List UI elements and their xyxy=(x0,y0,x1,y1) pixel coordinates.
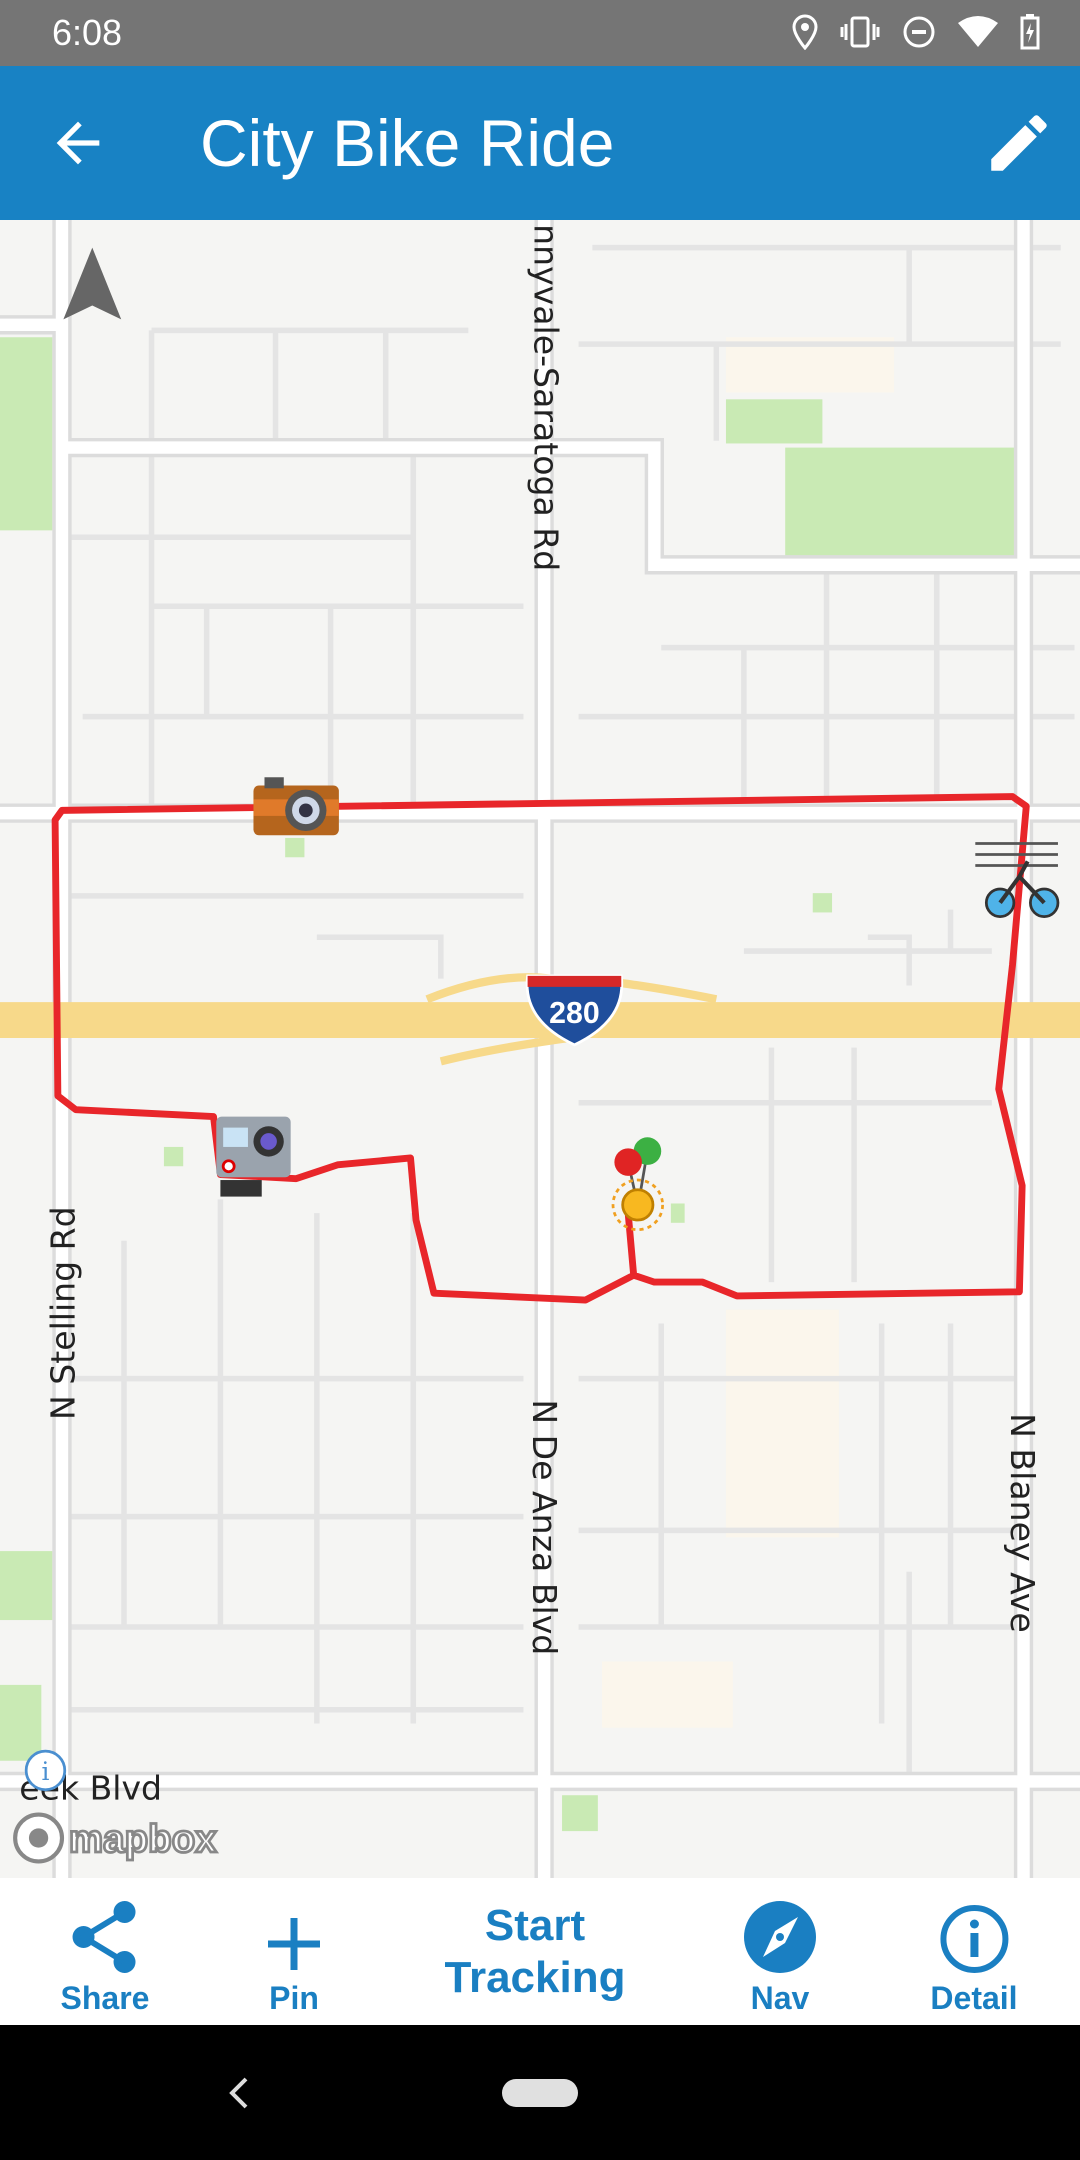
wifi-icon xyxy=(958,16,998,47)
compass-north-icon[interactable] xyxy=(63,247,122,320)
pin-label: Pin xyxy=(269,1980,319,2016)
camera-icon[interactable] xyxy=(253,777,339,836)
road-label-blaney: N Blaney Ave xyxy=(1003,1413,1042,1633)
road-label-stelling: N Stelling Rd xyxy=(43,1206,82,1420)
share-label: Share xyxy=(60,1980,150,2016)
road-label-saratoga: nnyvale-Saratoga Rd xyxy=(526,224,565,571)
page-title: City Bike Ride xyxy=(200,106,615,180)
pencil-icon[interactable] xyxy=(982,106,1056,180)
start-tracking-label-line2: Tracking xyxy=(444,1953,626,2002)
mapbox-logo: mapbox xyxy=(13,1812,219,1864)
map-canvas[interactable]: nnyvale-Saratoga Rd N Stelling Rd N De A… xyxy=(0,220,1080,1878)
share-icon xyxy=(73,1901,136,1973)
start-tracking-label-line1: Start xyxy=(484,1901,586,1950)
road-label-deanza: N De Anza Blvd xyxy=(525,1399,564,1655)
balloons-icon[interactable] xyxy=(611,1137,664,1232)
attribution-info-icon[interactable]: i xyxy=(24,1749,67,1792)
bottom-toolbar: Share Pin Start Tracking Nav Detail xyxy=(0,1878,1080,2025)
svg-text:i: i xyxy=(41,1757,49,1786)
battery-charging-icon xyxy=(1020,14,1040,50)
detail-label: Detail xyxy=(930,1980,1018,2016)
arrow-left-icon[interactable] xyxy=(46,111,110,175)
plus-icon xyxy=(268,1918,320,1970)
vibrate-icon xyxy=(840,16,880,48)
compass-icon xyxy=(744,1901,816,1973)
home-pill[interactable] xyxy=(502,2079,578,2107)
nav-label: Nav xyxy=(750,1980,810,2016)
nav-button[interactable]: Nav xyxy=(743,1878,817,2025)
action-camera-icon[interactable] xyxy=(216,1116,291,1197)
start-tracking-button[interactable]: Start Tracking xyxy=(445,1900,626,2004)
map-view[interactable]: nnyvale-Saratoga Rd N Stelling Rd N De A… xyxy=(0,220,1080,1878)
svg-text:mapbox: mapbox xyxy=(69,1818,217,1861)
system-nav-bar xyxy=(0,2025,1080,2160)
do-not-disturb-icon xyxy=(903,16,935,48)
status-bar: 6:08 xyxy=(0,0,1080,66)
app-bar: City Bike Ride xyxy=(0,66,1080,220)
detail-button[interactable]: Detail xyxy=(930,1878,1018,2025)
location-icon xyxy=(792,14,818,50)
status-time: 6:08 xyxy=(52,12,123,53)
info-icon xyxy=(939,1905,1008,1973)
share-button[interactable]: Share xyxy=(60,1878,150,2025)
pin-button[interactable]: Pin xyxy=(264,1878,324,2025)
shield-number: 280 xyxy=(549,997,600,1030)
system-back-icon[interactable] xyxy=(222,2075,254,2111)
